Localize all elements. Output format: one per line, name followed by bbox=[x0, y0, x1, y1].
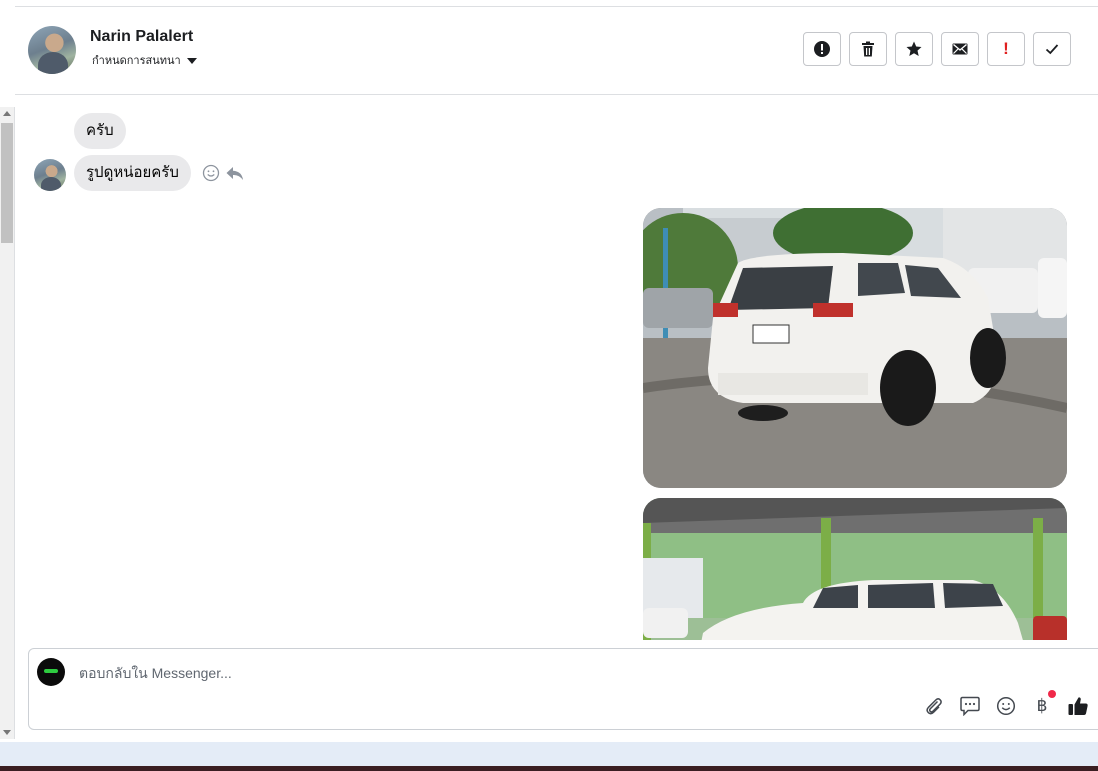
trash-icon bbox=[862, 41, 874, 57]
payment-button[interactable]: ฿ bbox=[1031, 690, 1056, 717]
sent-photo[interactable] bbox=[643, 498, 1067, 640]
paperclip-icon bbox=[926, 698, 942, 715]
saved-replies-button[interactable] bbox=[959, 695, 981, 717]
caret-down-icon bbox=[186, 57, 197, 64]
checkmark-icon bbox=[1045, 44, 1059, 55]
top-strip bbox=[0, 0, 1098, 7]
reply-icon bbox=[226, 167, 243, 180]
conversation-menu[interactable]: กำหนดการสนทนา bbox=[92, 51, 197, 69]
spam-button[interactable]: ! bbox=[987, 32, 1025, 66]
thumbs-up-icon bbox=[1068, 697, 1088, 715]
reply-button[interactable] bbox=[225, 163, 245, 183]
sent-photo[interactable] bbox=[643, 208, 1067, 488]
red-exclamation-icon: ! bbox=[1003, 39, 1009, 58]
attach-button[interactable] bbox=[923, 695, 945, 717]
left-rail bbox=[0, 6, 16, 106]
baht-icon: ฿ bbox=[1036, 696, 1048, 715]
message-bubble[interactable]: ครับ bbox=[74, 113, 126, 149]
scroll-down-arrow-icon[interactable] bbox=[3, 730, 11, 735]
composer-toolbar: ฿ bbox=[923, 690, 1089, 717]
reply-input[interactable] bbox=[77, 661, 781, 685]
like-button[interactable] bbox=[1067, 695, 1089, 717]
conversation-menu-label: กำหนดการสนทนา bbox=[92, 55, 181, 67]
chat-scrollbar[interactable] bbox=[0, 107, 15, 739]
notification-dot bbox=[1048, 690, 1056, 698]
envelope-icon bbox=[952, 43, 968, 55]
emoji-button[interactable] bbox=[995, 695, 1017, 717]
delete-button[interactable] bbox=[849, 32, 887, 66]
mark-done-button[interactable] bbox=[1033, 32, 1071, 66]
react-button[interactable] bbox=[201, 163, 221, 183]
page-avatar bbox=[37, 658, 65, 686]
scroll-thumb[interactable] bbox=[1, 123, 13, 243]
header-toolbar: ! bbox=[803, 32, 1071, 66]
suv-rear-photo bbox=[643, 208, 1067, 488]
exclamation-circle-icon bbox=[814, 41, 830, 57]
scroll-up-arrow-icon[interactable] bbox=[3, 111, 11, 116]
star-button[interactable] bbox=[895, 32, 933, 66]
message-bubble[interactable]: รูปดูหน่อยครับ bbox=[74, 155, 191, 191]
message-thread[interactable]: ครับ รูปดูหน่อยครับ bbox=[15, 95, 1098, 640]
saved-replies-icon bbox=[960, 696, 980, 716]
suv-side-photo bbox=[643, 498, 1067, 640]
mark-unread-button[interactable] bbox=[941, 32, 979, 66]
window-bottom-edge bbox=[0, 766, 1098, 771]
contact-name[interactable]: Narin Palalert bbox=[90, 28, 193, 46]
contact-avatar-small[interactable] bbox=[34, 159, 66, 191]
emoji-icon bbox=[996, 696, 1016, 716]
reply-composer: ฿ bbox=[28, 648, 1098, 730]
smiley-icon bbox=[202, 164, 220, 182]
report-button[interactable] bbox=[803, 32, 841, 66]
contact-avatar[interactable] bbox=[28, 26, 76, 74]
page-footer-band bbox=[0, 742, 1098, 766]
star-icon bbox=[906, 41, 922, 56]
conversation-header: Narin Palalert กำหนดการสนทนา ! bbox=[15, 7, 1098, 95]
